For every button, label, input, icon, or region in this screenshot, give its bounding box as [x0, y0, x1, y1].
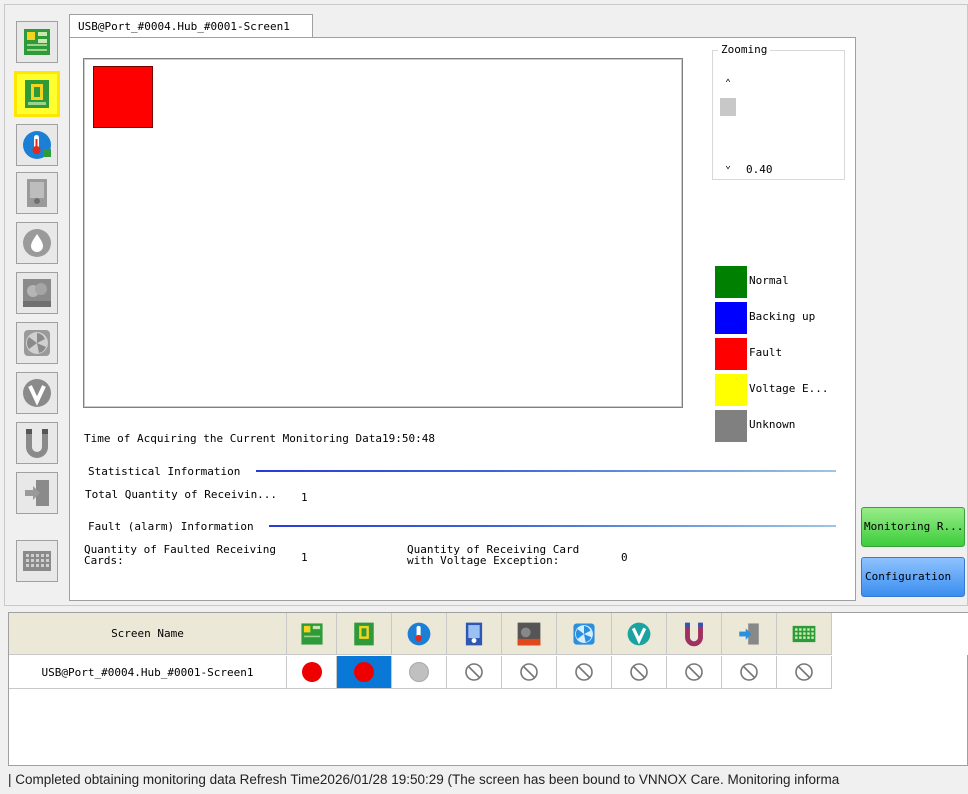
legend-normal-label: Normal: [749, 274, 789, 287]
column-header-cable: [667, 613, 722, 655]
zoom-slider[interactable]: ⌃ ⌄: [720, 76, 736, 174]
smoke-icon[interactable]: [16, 272, 58, 314]
fault-status-dot: [354, 662, 374, 682]
voltage-icon[interactable]: [16, 372, 58, 414]
status-cell-module-grid[interactable]: [777, 656, 832, 689]
unknown-status-dot: [409, 662, 429, 682]
legend-fault-label: Fault: [749, 346, 783, 359]
temperature-icon: [407, 622, 431, 645]
chevron-down-icon[interactable]: ⌄: [720, 158, 736, 174]
chevron-up-icon[interactable]: ⌃: [720, 76, 736, 92]
column-header-fan-board: [447, 613, 502, 655]
temperature-icon[interactable]: [16, 124, 58, 166]
disabled-icon: [795, 663, 813, 681]
fault-divider: [269, 525, 836, 527]
receiving-card-cell[interactable]: [93, 66, 153, 128]
receiving-card-icon: [300, 622, 323, 645]
zoom-value: 0.40: [746, 163, 773, 176]
legend-normal-swatch: [715, 266, 747, 298]
zoom-slider-thumb[interactable]: [720, 98, 736, 116]
status-cell-fan[interactable]: [557, 656, 612, 689]
door-icon: [739, 622, 759, 645]
humidity-icon[interactable]: [16, 222, 58, 264]
column-header-card-module: [337, 613, 392, 655]
column-header-smoke: [502, 613, 557, 655]
row-screen-name-label: USB@Port_#0004.Hub_#0001-Screen1: [41, 665, 254, 679]
column-header-voltage: [612, 613, 667, 655]
screen-graphic-area: [83, 58, 683, 408]
legend-unknown-swatch: [715, 410, 747, 442]
column-header-module-grid: [777, 613, 832, 655]
cable-icon: [685, 622, 703, 646]
column-header-empty: [832, 613, 968, 655]
legend-voltage-swatch: [715, 374, 747, 406]
column-header-screen-name: Screen Name: [9, 613, 287, 655]
table-cell-screen-name[interactable]: USB@Port_#0004.Hub_#0001-Screen1: [9, 656, 287, 689]
fault-title: Fault (alarm) Information: [88, 520, 254, 533]
status-cell-temperature[interactable]: [392, 656, 447, 689]
stats-total-value: 1: [301, 491, 308, 504]
disabled-icon: [685, 663, 703, 681]
monitor-panel: Zooming ⌃ ⌄ 0.40 Normal Backing up Fault…: [69, 37, 856, 601]
smoke-icon: [517, 622, 541, 645]
status-cell-fan-board[interactable]: [447, 656, 502, 689]
voltage-exception-label: Quantity of Receiving Card with Voltage …: [407, 544, 579, 566]
faulted-cards-label: Quantity of Faulted Receiving Cards:: [84, 544, 276, 566]
status-cell-cable[interactable]: [667, 656, 722, 689]
legend-backing-up-label: Backing up: [749, 310, 816, 323]
fan-icon: [573, 622, 595, 645]
status-cell-voltage[interactable]: [612, 656, 667, 689]
column-header-receiving-card: [287, 613, 337, 655]
receiving-card-icon[interactable]: [16, 21, 58, 63]
tab-screen1[interactable]: USB@Port_#0004.Hub_#0001-Screen1: [69, 14, 313, 38]
legend-backing-up-swatch: [715, 302, 747, 334]
module-grid-icon: [792, 625, 816, 642]
zoom-label: Zooming: [718, 43, 771, 56]
legend-unknown-label: Unknown: [749, 418, 796, 431]
column-header-temperature: [392, 613, 447, 655]
faulted-cards-label-line2: Cards:: [84, 554, 124, 567]
disabled-icon: [520, 663, 538, 681]
fan-board-icon[interactable]: [16, 172, 58, 214]
acquire-time-label: Time of Acquiring the Current Monitoring…: [84, 432, 383, 445]
card-module-icon: [354, 622, 374, 645]
acquire-time-row: Time of Acquiring the Current Monitoring…: [84, 432, 435, 445]
status-cell-card-module[interactable]: [337, 656, 392, 689]
door-icon[interactable]: [16, 472, 58, 514]
column-header-fan: [557, 613, 612, 655]
module-grid-icon[interactable]: [16, 540, 58, 582]
disabled-icon: [575, 663, 593, 681]
disabled-icon: [740, 663, 758, 681]
voltage-icon: [627, 622, 651, 645]
acquire-time-value: 19:50:48: [382, 432, 435, 445]
fan-icon[interactable]: [16, 322, 58, 364]
disabled-icon: [630, 663, 648, 681]
status-cell-receiving-card[interactable]: [287, 656, 337, 689]
legend-voltage-label: Voltage E...: [749, 382, 829, 395]
stats-total-label: Total Quantity of Receivin...: [85, 488, 278, 501]
configuration-button[interactable]: Configuration: [861, 557, 965, 597]
legend-fault-swatch: [715, 338, 747, 370]
card-module-icon[interactable]: [14, 71, 60, 117]
status-cell-smoke[interactable]: [502, 656, 557, 689]
stats-divider: [256, 470, 836, 472]
cable-icon[interactable]: [16, 422, 58, 464]
fault-status-dot: [301, 662, 322, 682]
fan-board-icon: [465, 622, 483, 645]
column-header-screen-name-label: Screen Name: [111, 627, 184, 640]
faulted-cards-value: 1: [301, 551, 308, 564]
voltage-exception-label-line2: with Voltage Exception:: [407, 554, 560, 567]
voltage-exception-value: 0: [621, 551, 628, 564]
screen-status-table: Screen Name USB@Port_#0004.Hub_#0001-Scr…: [8, 612, 968, 766]
stats-title: Statistical Information: [88, 465, 241, 478]
status-bar: | Completed obtaining monitoring data Re…: [0, 767, 968, 794]
column-header-door: [722, 613, 777, 655]
status-cell-door[interactable]: [722, 656, 777, 689]
monitoring-record-button[interactable]: Monitoring R...: [861, 507, 965, 547]
disabled-icon: [465, 663, 483, 681]
